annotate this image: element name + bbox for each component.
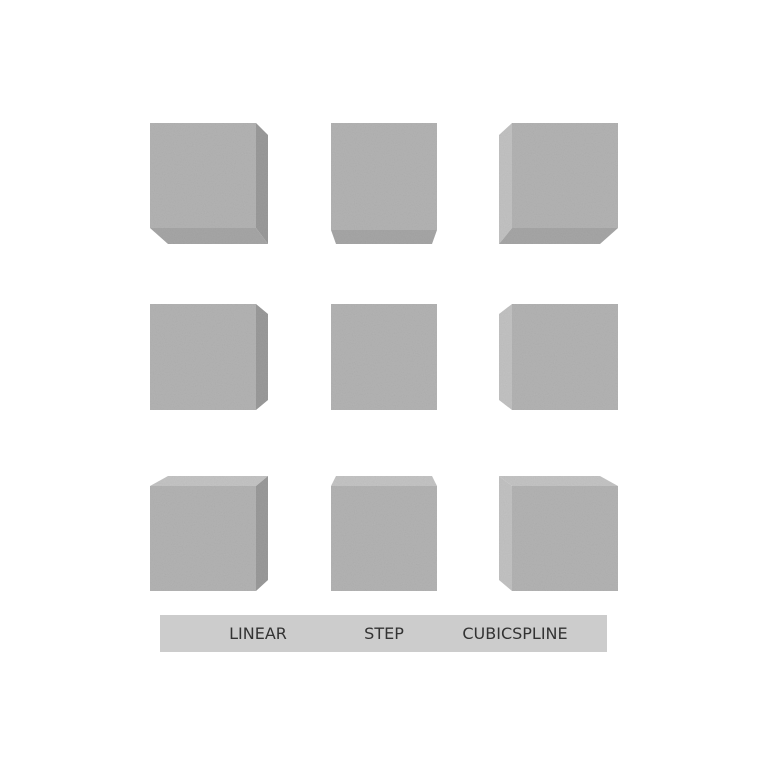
label-step: STEP <box>364 624 404 643</box>
cube-step-row3 <box>331 476 437 591</box>
cube-cubicspline-row1 <box>499 123 618 244</box>
interpolation-label-bar: LINEAR STEP CUBICSPLINE <box>160 615 607 652</box>
cube-linear-row3 <box>150 476 268 591</box>
cube-cubicspline-row3 <box>499 476 618 591</box>
cube-linear-row1 <box>150 123 268 244</box>
cube-grid <box>150 123 618 591</box>
cube-step-row1 <box>331 123 437 244</box>
viewport: LINEAR STEP CUBICSPLINE <box>0 0 768 768</box>
label-linear: LINEAR <box>229 624 287 643</box>
cube-cubicspline-row2 <box>499 304 618 410</box>
cube-linear-row2 <box>150 304 268 410</box>
label-cubicspline: CUBICSPLINE <box>462 624 568 643</box>
cube-step-row2 <box>331 304 437 410</box>
